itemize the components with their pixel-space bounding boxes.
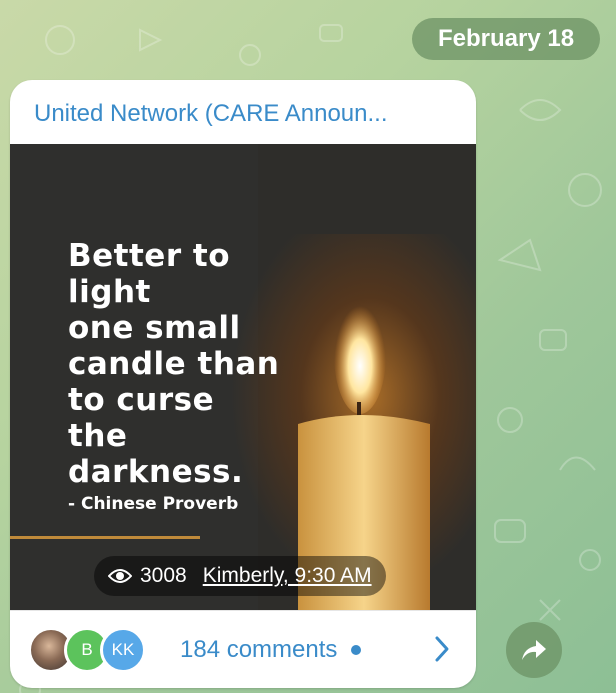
quote-line: Better to <box>68 238 231 274</box>
view-count: 3008 <box>140 564 187 587</box>
post-image[interactable]: Better to light one small candle than to… <box>10 144 476 610</box>
quote-line: the <box>68 418 128 454</box>
comments-link[interactable]: 184 comments <box>180 635 362 664</box>
date-label: February 18 <box>438 25 575 52</box>
quote-text: Better to light one small candle than to… <box>68 238 328 490</box>
quote-line: one small <box>68 310 241 346</box>
quote-line: darkness. <box>68 454 244 490</box>
share-icon <box>522 640 546 660</box>
channel-post-bubble[interactable]: United Network (CARE Announ... Better to… <box>10 80 476 688</box>
quote-line: to curse <box>68 382 215 418</box>
eye-icon <box>108 569 132 583</box>
decorative-line <box>10 536 200 539</box>
comments-count: 184 comments <box>180 635 338 663</box>
comments-bar[interactable]: B KK 184 comments <box>10 610 476 688</box>
share-button[interactable] <box>506 622 562 678</box>
chevron-right-icon[interactable] <box>434 635 450 663</box>
quote-line: light <box>68 274 151 310</box>
unread-dot-icon <box>351 644 362 655</box>
sender-and-time: Kimberly, 9:30 AM <box>202 564 372 587</box>
date-separator: February 18 <box>412 18 601 60</box>
quote-line: candle than <box>68 346 280 382</box>
commenter-avatars: B KK <box>28 626 158 673</box>
message-meta: 3008 Kimberly, 9:30 AM <box>94 556 386 596</box>
quote-attribution: - Chinese Proverb <box>68 494 239 514</box>
channel-name-link[interactable]: United Network (CARE Announ... <box>34 100 456 128</box>
avatar: KK <box>100 626 146 673</box>
